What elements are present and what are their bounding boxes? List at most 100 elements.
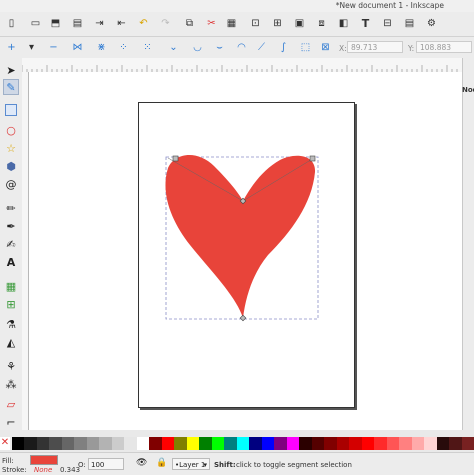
dropper-tool-icon[interactable]: ⚗ xyxy=(3,316,19,332)
duplicate-icon[interactable]: ⧈ xyxy=(314,16,329,31)
auto-smooth-icon[interactable]: ◠ xyxy=(234,40,249,55)
palette-swatch[interactable] xyxy=(187,437,200,450)
mesh-tool-icon[interactable]: ⊞ xyxy=(3,296,19,312)
tweak-tool-icon[interactable]: ⚘ xyxy=(3,358,19,374)
eraser-tool-icon[interactable]: ▱ xyxy=(3,396,19,412)
palette-swatch[interactable] xyxy=(437,437,450,450)
spray-tool-icon[interactable]: ⁂ xyxy=(3,376,19,392)
connector-tool-icon[interactable]: ⌐ xyxy=(3,414,19,430)
xml-editor-icon[interactable]: ▤ xyxy=(402,16,417,31)
preferences-icon[interactable]: ⚙ xyxy=(424,16,439,31)
zoom-page-icon[interactable]: ▣ xyxy=(292,16,307,31)
rect-tool-icon[interactable] xyxy=(5,104,17,116)
palette-swatch[interactable] xyxy=(162,437,175,450)
text-font-icon[interactable]: T xyxy=(358,16,373,31)
lock-icon[interactable]: 🔒 xyxy=(156,458,167,468)
no-paint-swatch[interactable]: ✕ xyxy=(0,437,10,450)
line-segment-icon[interactable]: ⟋ xyxy=(254,40,269,55)
symmetric-node-icon[interactable]: ⌣ xyxy=(212,40,227,55)
zoom-drawing-icon[interactable]: ⊞ xyxy=(270,16,285,31)
y-input[interactable]: 108.883 xyxy=(416,41,472,53)
palette-swatch[interactable] xyxy=(337,437,350,450)
node-tool-icon[interactable]: ✎ xyxy=(3,79,19,95)
curve-segment-icon[interactable]: ∫ xyxy=(276,40,291,55)
palette-swatch[interactable] xyxy=(324,437,337,450)
palette-swatch[interactable] xyxy=(99,437,112,450)
delete-segment-icon[interactable]: ⁙ xyxy=(140,40,155,55)
redo-icon[interactable]: ↷ xyxy=(158,16,173,31)
spiral-tool-icon[interactable]: @ xyxy=(3,176,19,192)
palette-swatch[interactable] xyxy=(62,437,75,450)
paste-icon[interactable]: ▦ xyxy=(224,16,239,31)
stroke-to-path-icon[interactable]: ⊠ xyxy=(318,40,333,55)
palette-swatch[interactable] xyxy=(124,437,137,450)
palette-swatch[interactable] xyxy=(224,437,237,450)
calligraphy-tool-icon[interactable]: ✍ xyxy=(3,236,19,252)
new-doc-icon[interactable]: ▯ xyxy=(4,16,19,31)
smooth-node-icon[interactable]: ◡ xyxy=(190,40,205,55)
palette-swatch[interactable] xyxy=(387,437,400,450)
palette-swatch[interactable] xyxy=(174,437,187,450)
palette-swatch[interactable] xyxy=(287,437,300,450)
paint-bucket-icon[interactable]: ◭ xyxy=(3,334,19,350)
undo-icon[interactable]: ↶ xyxy=(136,16,151,31)
join-nodes-icon[interactable]: ⋈ xyxy=(70,40,85,55)
palette-swatch[interactable] xyxy=(74,437,87,450)
gradient-tool-icon[interactable]: ▦ xyxy=(3,278,19,294)
layer-select[interactable]: •Layer 1▾ xyxy=(172,458,210,470)
palette-swatch[interactable] xyxy=(424,437,437,450)
clone-icon[interactable]: ◧ xyxy=(336,16,351,31)
print-icon[interactable]: ▤ xyxy=(70,16,85,31)
palette-swatch[interactable] xyxy=(374,437,387,450)
palette-swatch[interactable] xyxy=(37,437,50,450)
open-icon[interactable]: ▭ xyxy=(28,16,43,31)
palette-swatch[interactable] xyxy=(137,437,150,450)
palette-swatch[interactable] xyxy=(237,437,250,450)
palette-swatch[interactable] xyxy=(49,437,62,450)
circle-tool-icon[interactable]: ○ xyxy=(3,122,19,138)
3dbox-tool-icon[interactable]: ⬢ xyxy=(3,158,19,174)
fill-indicator[interactable] xyxy=(30,455,58,465)
palette-swatch[interactable] xyxy=(312,437,325,450)
palette-swatch[interactable] xyxy=(87,437,100,450)
delete-node-icon[interactable]: − xyxy=(46,40,61,55)
pencil-tool-icon[interactable]: ✏ xyxy=(3,200,19,216)
palette-swatch[interactable] xyxy=(399,437,412,450)
palette-swatch[interactable] xyxy=(449,437,462,450)
import-icon[interactable]: ⇥ xyxy=(92,16,107,31)
insert-node-icon[interactable]: + xyxy=(4,40,19,55)
palette-swatch[interactable] xyxy=(12,437,25,450)
export-icon[interactable]: ⇤ xyxy=(114,16,129,31)
chevron-down-icon[interactable]: ▾ xyxy=(24,40,39,55)
copy-icon[interactable]: ⧉ xyxy=(182,16,197,31)
palette-swatch[interactable] xyxy=(112,437,125,450)
star-tool-icon[interactable]: ☆ xyxy=(3,140,19,156)
align-icon[interactable]: ⊟ xyxy=(380,16,395,31)
pen-tool-icon[interactable]: ✒ xyxy=(3,218,19,234)
palette-swatch[interactable] xyxy=(299,437,312,450)
x-input[interactable]: 89.713 xyxy=(347,41,403,53)
join-segment-icon[interactable]: ⁘ xyxy=(116,40,131,55)
palette-swatch[interactable] xyxy=(412,437,425,450)
cut-icon[interactable]: ✂ xyxy=(204,16,219,31)
object-to-path-icon[interactable]: ⬚ xyxy=(298,40,313,55)
palette-swatch[interactable] xyxy=(249,437,262,450)
palette-swatch[interactable] xyxy=(274,437,287,450)
palette-swatch[interactable] xyxy=(462,437,474,450)
break-path-icon[interactable]: ⋇ xyxy=(94,40,109,55)
zoom-selection-icon[interactable]: ⊡ xyxy=(248,16,263,31)
text-tool-icon[interactable]: A xyxy=(3,254,19,270)
opacity-input[interactable]: 100 xyxy=(88,458,124,470)
palette-swatch[interactable] xyxy=(262,437,275,450)
stroke-value[interactable]: None xyxy=(34,466,52,474)
palette-swatch[interactable] xyxy=(149,437,162,450)
selector-tool-icon[interactable]: ➤ xyxy=(3,62,19,78)
dock-tab-label[interactable]: Nod xyxy=(462,86,474,94)
palette-swatch[interactable] xyxy=(199,437,212,450)
save-icon[interactable]: ⬒ xyxy=(48,16,63,31)
cusp-node-icon[interactable]: ⌄ xyxy=(166,40,181,55)
palette-swatch[interactable] xyxy=(212,437,225,450)
palette-swatch[interactable] xyxy=(24,437,37,450)
palette-swatch[interactable] xyxy=(349,437,362,450)
palette-swatch[interactable] xyxy=(362,437,375,450)
